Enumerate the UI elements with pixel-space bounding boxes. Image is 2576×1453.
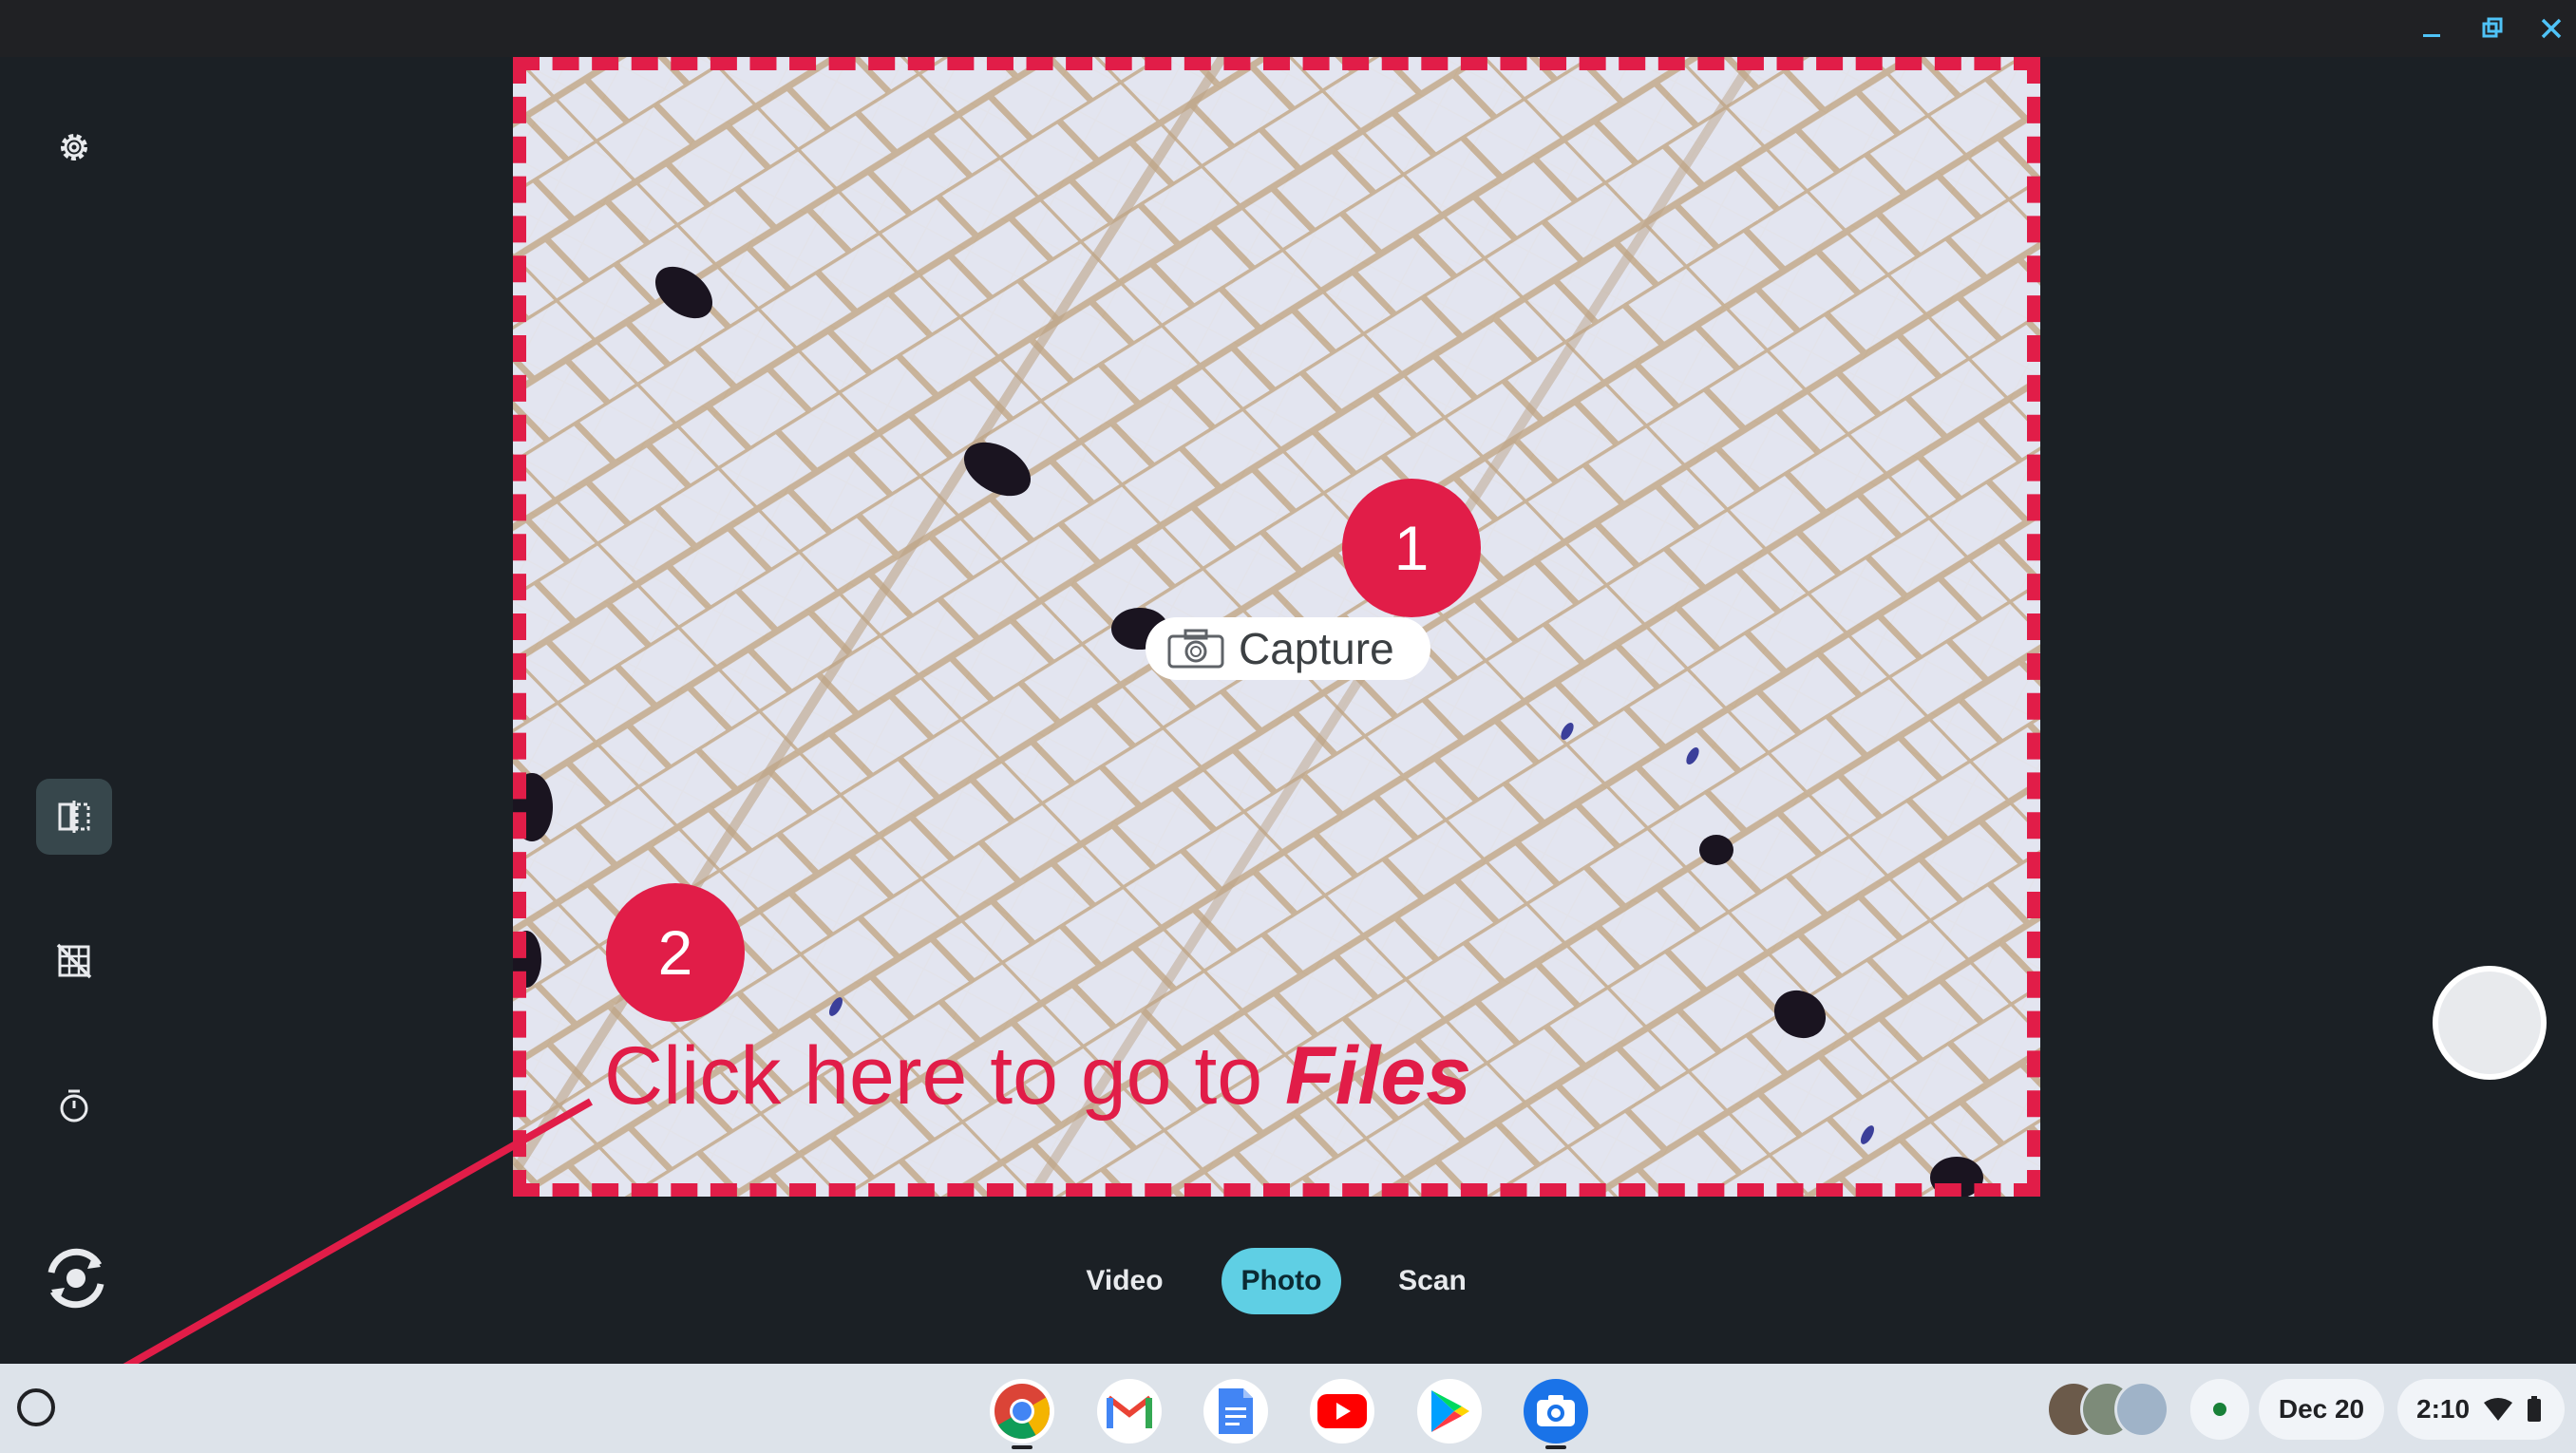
gmail-icon (1107, 1395, 1152, 1428)
window-title-bar (0, 0, 2576, 57)
mirror-toggle[interactable] (36, 779, 112, 855)
docs-icon (1219, 1388, 1253, 1434)
clock: 2:10 (2416, 1394, 2471, 1424)
shelf-app-gmail[interactable] (1097, 1379, 1162, 1444)
close-icon[interactable] (2532, 11, 2570, 46)
chrome-running-indicator (1012, 1445, 1032, 1449)
launcher-button[interactable] (17, 1388, 55, 1426)
system-tray[interactable]: 2:10 (2397, 1379, 2565, 1440)
wifi-icon (2484, 1398, 2513, 1421)
grid-off-icon (56, 943, 92, 979)
youtube-icon (1317, 1394, 1367, 1428)
instruction-emphasis: Files (1285, 1030, 1472, 1122)
camera-in-use-indicator[interactable] (2190, 1379, 2249, 1440)
camera-running-indicator (1545, 1445, 1566, 1449)
camera-app-icon (1537, 1395, 1575, 1426)
mirror-icon (58, 801, 90, 833)
annotation-marker-1: 1 (1342, 479, 1481, 617)
gear-icon (61, 134, 87, 160)
mode-scan[interactable]: Scan (1375, 1248, 1489, 1314)
capture-label: Capture (1239, 624, 1394, 673)
camera-icon (1167, 629, 1224, 669)
date-button[interactable]: Dec 20 (2259, 1379, 2384, 1440)
status-dot (2213, 1403, 2226, 1416)
grid-toggle[interactable] (36, 923, 112, 999)
shelf-app-chrome[interactable] (990, 1379, 1054, 1444)
capture-button[interactable]: Capture (1146, 617, 1430, 680)
mode-selector: Video Photo Scan (0, 1248, 2576, 1314)
battery-icon (2528, 1396, 2542, 1422)
timer-toggle[interactable] (36, 1067, 112, 1143)
annotation-marker-2: 2 (606, 883, 745, 1022)
minimize-icon[interactable] (2414, 11, 2452, 46)
avatar (2114, 1381, 2169, 1438)
chrome-icon (994, 1384, 1050, 1439)
instruction-prefix: Click here to go to (604, 1030, 1286, 1122)
annotation-instruction: Click here to go to Files (604, 1029, 1471, 1123)
shelf-app-play-store[interactable] (1417, 1379, 1482, 1444)
settings-button[interactable] (36, 109, 112, 185)
timer-icon (60, 1089, 88, 1123)
phone-hub-avatars[interactable] (2046, 1379, 2169, 1440)
shutter-button[interactable] (2433, 966, 2547, 1080)
camera-app-screen: Capture 1 2 Click here to go to Files Vi… (0, 0, 2576, 1453)
mode-video[interactable]: Video (1068, 1248, 1182, 1314)
restore-icon[interactable] (2473, 11, 2511, 46)
shelf-app-camera[interactable] (1524, 1379, 1588, 1444)
mode-photo[interactable]: Photo (1222, 1248, 1341, 1314)
shelf-app-youtube[interactable] (1310, 1379, 1374, 1444)
play-store-icon (1431, 1390, 1469, 1432)
shelf-app-docs[interactable] (1203, 1379, 1268, 1444)
